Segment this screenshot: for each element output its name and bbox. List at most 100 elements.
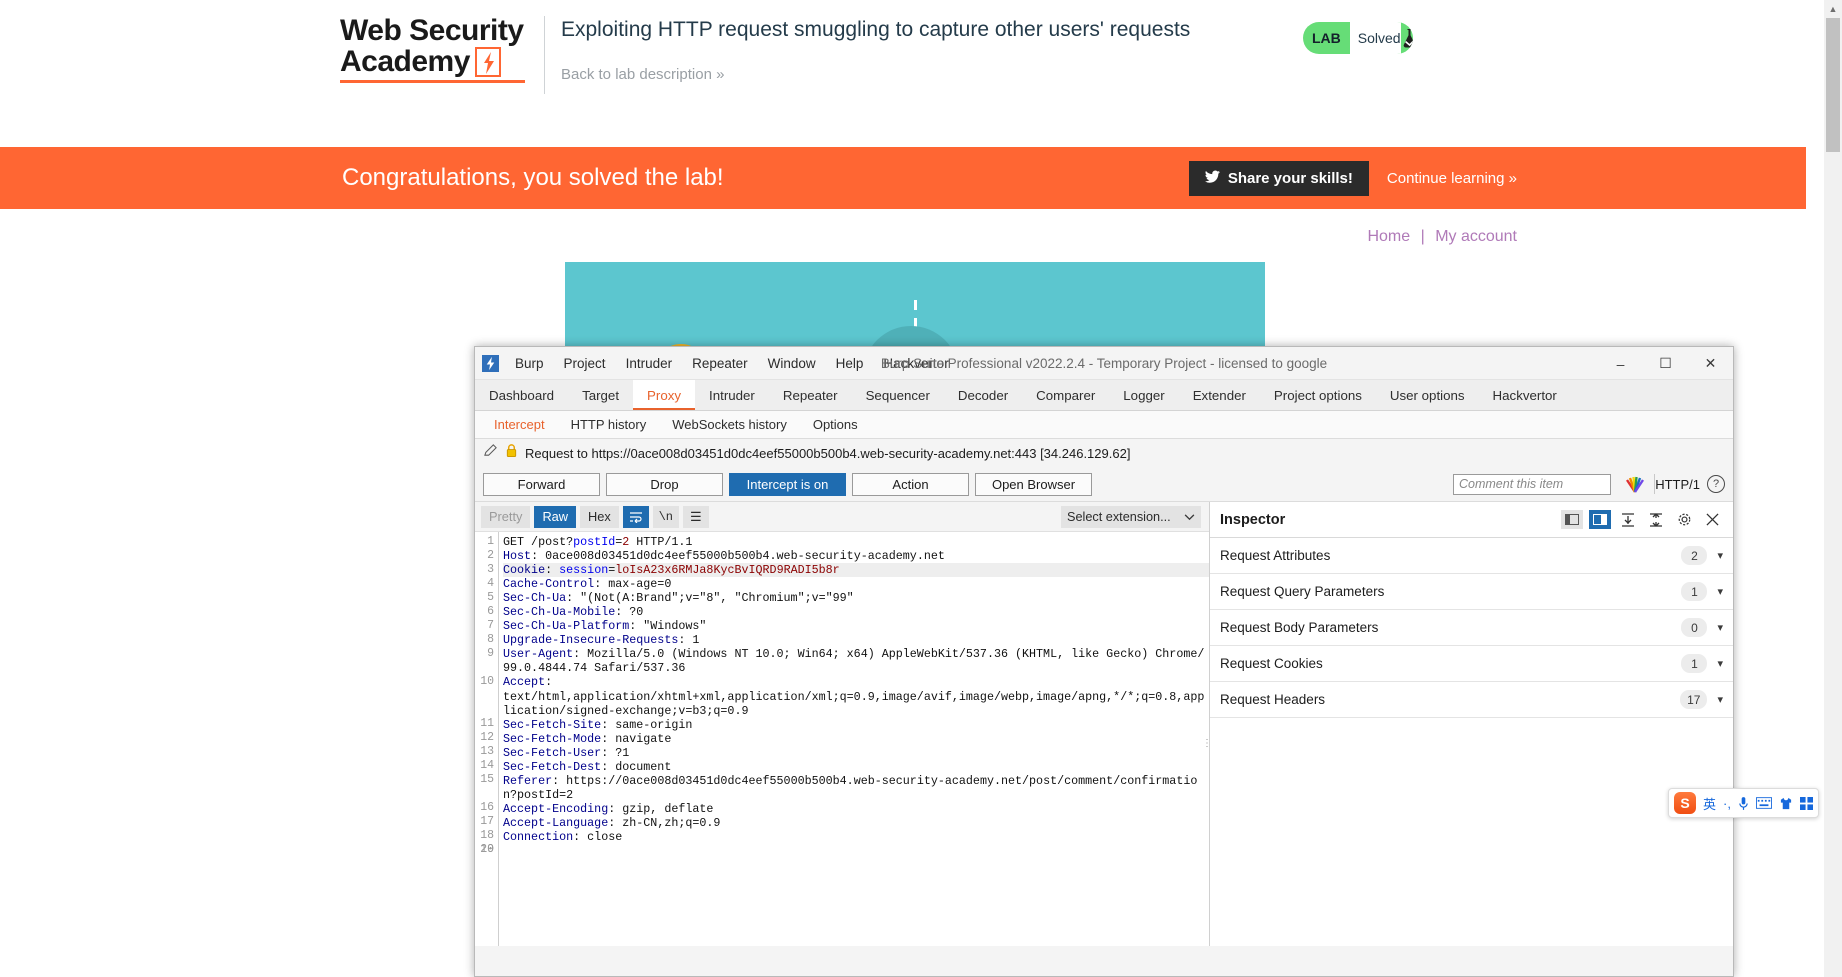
tab-repeater[interactable]: Repeater <box>769 380 852 410</box>
scroll-up-arrow-icon[interactable]: ▲ <box>1824 0 1842 18</box>
scrollbar-thumb[interactable] <box>1826 18 1840 152</box>
gear-icon[interactable] <box>1673 510 1695 529</box>
microphone-icon[interactable] <box>1738 796 1749 811</box>
pretty-button[interactable]: Pretty <box>481 505 531 528</box>
back-to-lab-description-link[interactable]: Back to lab description » <box>561 66 1190 83</box>
inspector-section-request-cookies[interactable]: Request Cookies 1 ▾ <box>1210 646 1733 682</box>
request-raw-text[interactable]: GET /post?postId=2 HTTP/1.1 Host: 0ace008… <box>499 532 1209 946</box>
menu-item-intruder[interactable]: Intruder <box>616 352 683 375</box>
menu-item-help[interactable]: Help <box>826 352 874 375</box>
pencil-icon[interactable] <box>483 443 498 463</box>
menu-item-hackvertor[interactable]: Hackvertor <box>873 352 958 375</box>
tab-comparer[interactable]: Comparer <box>1022 380 1109 410</box>
status-badge[interactable]: LAB Solved <box>1303 22 1413 54</box>
inspector-section-request-attributes[interactable]: Request Attributes 2 ▾ <box>1210 538 1733 574</box>
browser-scrollbar[interactable]: ▲ <box>1824 0 1842 977</box>
minimize-button[interactable]: – <box>1598 347 1643 380</box>
line-number: 17 <box>480 815 494 828</box>
menu-item-repeater[interactable]: Repeater <box>682 352 758 375</box>
open-browser-button[interactable]: Open Browser <box>975 472 1092 496</box>
request-token: Cookie <box>503 563 546 578</box>
skin-icon[interactable] <box>1779 797 1793 810</box>
tab-hackvertor[interactable]: Hackvertor <box>1479 380 1571 410</box>
request-token: : navigate <box>601 731 672 746</box>
intercept-toggle-button[interactable]: Intercept is on <box>729 472 846 496</box>
tab-proxy[interactable]: Proxy <box>633 380 696 410</box>
newline-icon[interactable]: \n <box>652 505 679 528</box>
inspector-section-request-query-parameters[interactable]: Request Query Parameters 1 ▾ <box>1210 574 1733 610</box>
hex-button[interactable]: Hex <box>580 505 619 528</box>
tab-dashboard[interactable]: Dashboard <box>475 380 568 410</box>
close-button[interactable]: ✕ <box>1688 347 1733 380</box>
chevron-down-icon[interactable]: ▾ <box>1717 657 1723 670</box>
toolbox-icon[interactable] <box>1799 796 1813 810</box>
language-mode-icon[interactable]: 英 <box>1703 794 1716 813</box>
congratulations-banner: Congratulations, you solved the lab! Sha… <box>0 147 1806 209</box>
badge-status-text: Solved <box>1349 22 1401 54</box>
layout-right-icon[interactable] <box>1589 510 1611 529</box>
tab-decoder[interactable]: Decoder <box>944 380 1022 410</box>
tab-project-options[interactable]: Project options <box>1260 380 1376 410</box>
web-security-academy-logo[interactable]: Web Security Academy <box>340 16 545 94</box>
menu-item-project[interactable]: Project <box>554 352 616 375</box>
collapse-all-icon[interactable] <box>1645 510 1667 529</box>
my-account-link[interactable]: My account <box>1435 228 1517 245</box>
action-button[interactable]: Action <box>852 472 969 496</box>
tab-extender[interactable]: Extender <box>1179 380 1260 410</box>
request-token: Sec-Ch-Ua <box>503 591 567 606</box>
request-token: Sec-Fetch-Site <box>503 717 602 732</box>
subtab-intercept[interactable]: Intercept <box>481 411 558 438</box>
expand-all-icon[interactable] <box>1617 510 1639 529</box>
comment-input[interactable]: Comment this item <box>1453 473 1611 495</box>
forward-button[interactable]: Forward <box>483 472 600 496</box>
section-count: 2 <box>1681 546 1708 565</box>
question-mark-icon[interactable]: ? <box>1707 475 1725 493</box>
punctuation-icon[interactable]: ·, <box>1723 796 1731 811</box>
maximize-button[interactable]: ☐ <box>1643 347 1688 380</box>
request-line: GET /post?postId=2 HTTP/1.1 <box>503 535 1209 549</box>
subtab-websockets-history[interactable]: WebSockets history <box>659 411 800 438</box>
soft-keyboard-icon[interactable] <box>1755 797 1772 809</box>
tab-user-options[interactable]: User options <box>1376 380 1479 410</box>
menu-item-window[interactable]: Window <box>758 352 826 375</box>
hamburger-menu-icon[interactable]: ☰ <box>682 505 709 528</box>
menu-item-burp[interactable]: Burp <box>505 352 554 375</box>
subtab-http-history[interactable]: HTTP history <box>558 411 660 438</box>
lab-title-block: Exploiting HTTP request smuggling to cap… <box>561 16 1190 83</box>
request-token: Upgrade-Insecure-Requests <box>503 633 679 648</box>
raw-button[interactable]: Raw <box>534 505 577 528</box>
request-token: : https://0ace008d03451d0dc4eef55000b500… <box>503 773 1198 802</box>
chevron-down-icon[interactable]: ▾ <box>1717 693 1723 706</box>
line-number: 14 <box>480 759 494 772</box>
chevron-down-icon[interactable]: ▾ <box>1717 585 1723 598</box>
request-line: Accept-Encoding: gzip, deflate <box>503 802 1209 816</box>
request-editor-panel: Pretty Raw Hex \n ☰ Select extension... <box>475 502 1210 946</box>
tab-target[interactable]: Target <box>568 380 633 410</box>
request-token: Accept <box>503 675 546 690</box>
hamburger-glyph: ☰ <box>689 508 702 524</box>
section-label: Request Query Parameters <box>1220 584 1385 599</box>
continue-learning-link[interactable]: Continue learning » <box>1387 170 1517 187</box>
panel-resize-handle[interactable]: ⋮ <box>1202 739 1209 749</box>
hackvertor-rainbow-icon[interactable] <box>1625 475 1645 493</box>
drop-button[interactable]: Drop <box>606 472 723 496</box>
subtab-options[interactable]: Options <box>800 411 871 438</box>
flask-check-icon <box>1401 22 1413 54</box>
layout-left-icon[interactable] <box>1561 510 1583 529</box>
word-wrap-icon[interactable] <box>622 505 649 528</box>
sogou-logo-icon[interactable]: S <box>1674 792 1696 814</box>
tab-logger[interactable]: Logger <box>1109 380 1178 410</box>
close-icon[interactable] <box>1701 510 1723 529</box>
select-extension-dropdown[interactable]: Select extension... <box>1061 505 1201 528</box>
section-label: Request Cookies <box>1220 656 1323 671</box>
inspector-section-request-headers[interactable]: Request Headers 17 ▾ <box>1210 682 1733 718</box>
tab-intruder[interactable]: Intruder <box>695 380 769 410</box>
home-link[interactable]: Home <box>1367 228 1410 245</box>
request-code-view[interactable]: 1 2 3 4 5 6 7 8 9 10 11 12 13 14 15 16 17 18 19 20 GET /pos… <box>475 532 1209 946</box>
chevron-down-icon[interactable]: ▾ <box>1717 549 1723 562</box>
inspector-section-request-body-parameters[interactable]: Request Body Parameters 0 ▾ <box>1210 610 1733 646</box>
tab-sequencer[interactable]: Sequencer <box>852 380 944 410</box>
share-your-skills-button[interactable]: Share your skills! <box>1188 160 1369 196</box>
account-nav: Home | My account <box>1367 228 1517 246</box>
chevron-down-icon[interactable]: ▾ <box>1717 621 1723 634</box>
